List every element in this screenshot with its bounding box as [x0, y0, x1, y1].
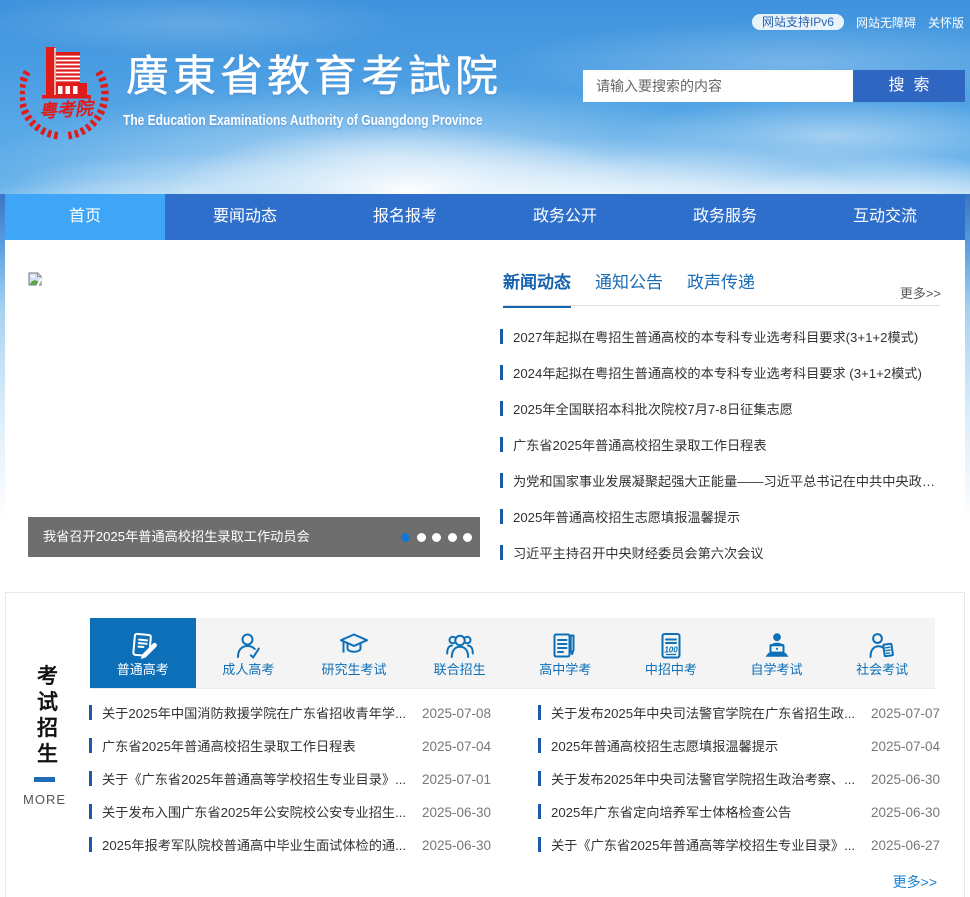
svg-text:100: 100: [664, 646, 678, 655]
svg-text:粤考院: 粤考院: [38, 98, 96, 122]
